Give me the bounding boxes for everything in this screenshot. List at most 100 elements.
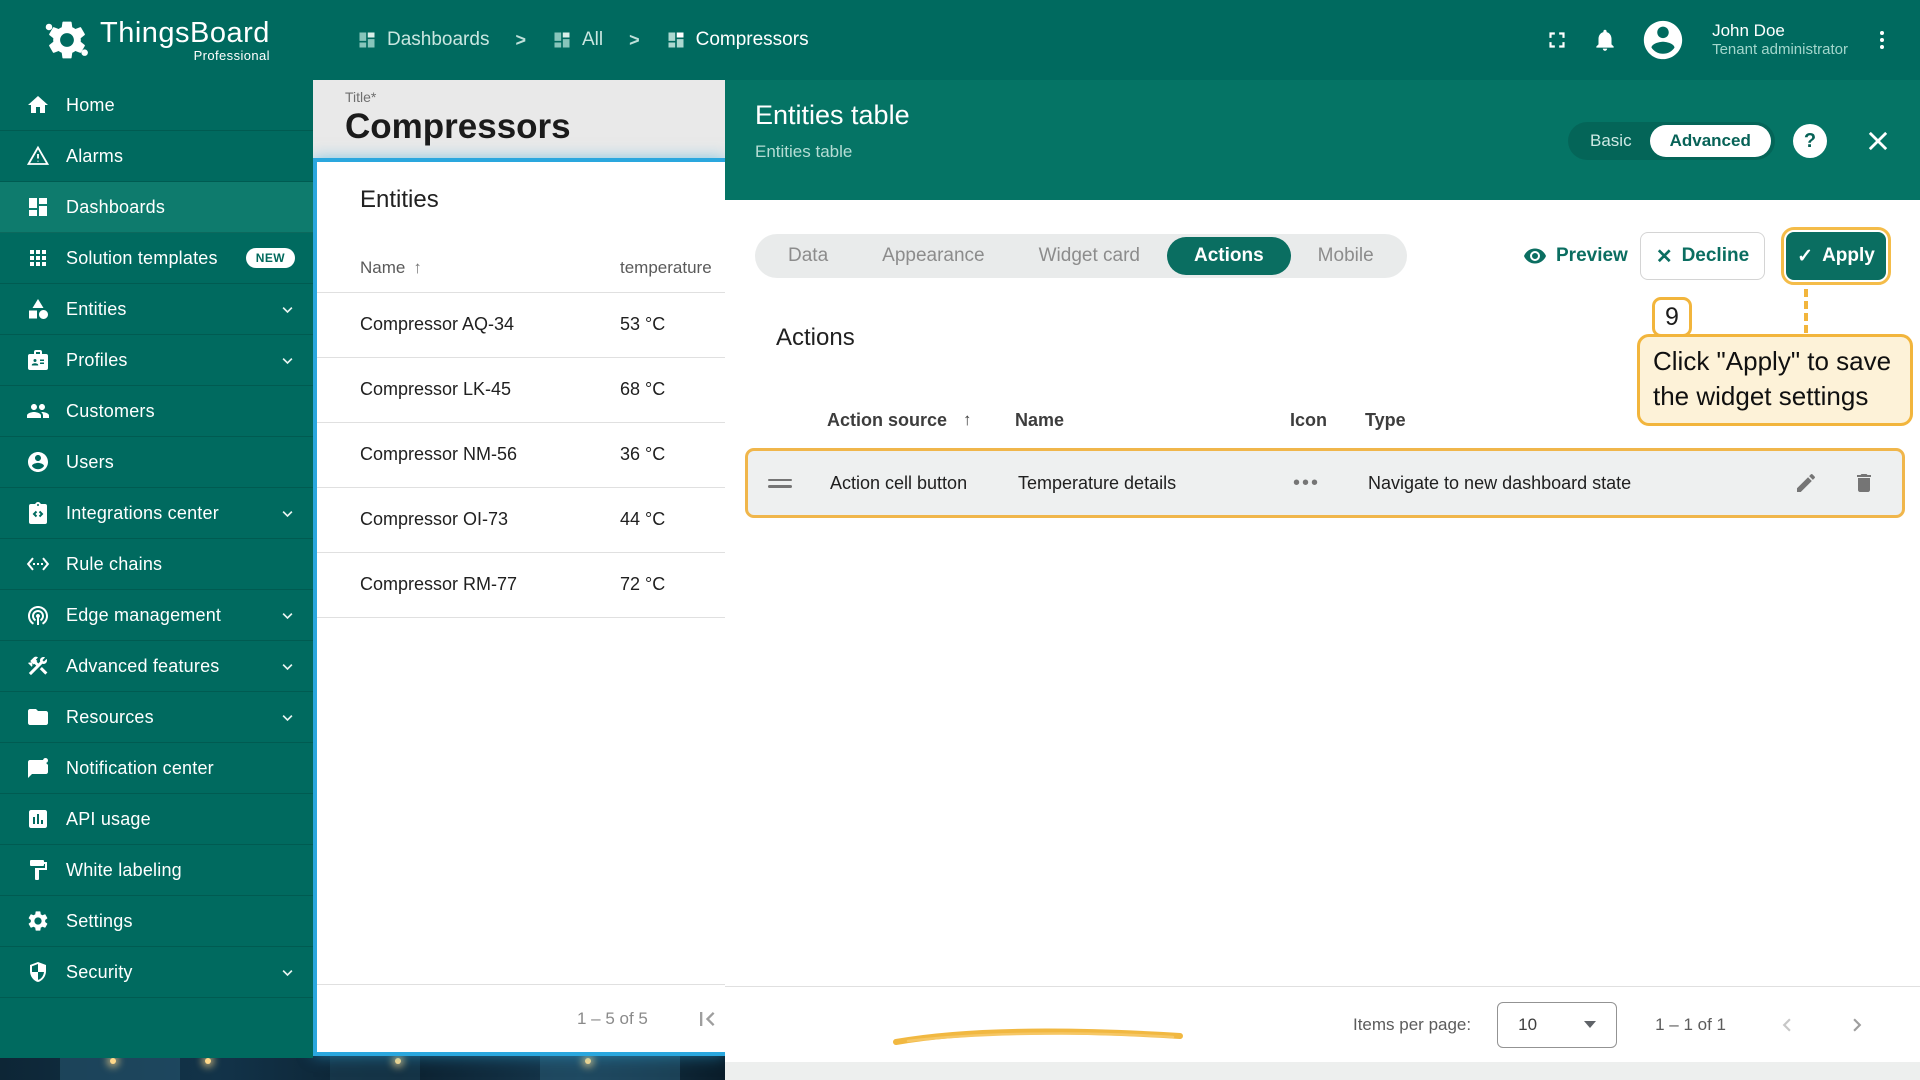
fullscreen-icon[interactable] [1544,27,1570,53]
sidebar-item-solution-templates[interactable]: Solution templates NEW [0,233,313,284]
breadcrumb-separator: > [629,30,640,51]
tab-appearance[interactable]: Appearance [855,237,1011,275]
next-page-icon[interactable] [1844,1012,1870,1038]
breadcrumb: Dashboards > All > Compressors [357,29,809,51]
breadcrumb-label: Compressors [696,29,809,51]
sidebar-item-integrations-center[interactable]: Integrations center [0,488,313,539]
breadcrumb-compressors[interactable]: Compressors [666,29,809,51]
thingsboard-logo-icon [44,17,90,63]
panel-subtitle: Entities table [755,142,852,162]
sidebar-item-notification-center[interactable]: Notification center [0,743,313,794]
sidebar-item-entities[interactable]: Entities [0,284,313,335]
sidebar-item-white-labeling[interactable]: White labeling [0,845,313,896]
basic-advanced-toggle: Basic Advanced [1568,122,1775,160]
panel-body: Data Appearance Widget card Actions Mobi… [725,200,1920,1062]
action-type-cell: Navigate to new dashboard state [1368,473,1782,494]
rule-chains-icon [26,552,50,576]
tab-data[interactable]: Data [761,237,855,275]
delete-trash-icon[interactable] [1852,471,1876,495]
table-row[interactable]: Compressor RM-77 72 °C [317,552,725,617]
annotation-step-badge: 9 [1652,297,1692,337]
chevron-down-icon [280,302,295,317]
previous-page-icon[interactable] [1774,1012,1800,1038]
user-info[interactable]: John Doe Tenant administrator [1712,20,1848,60]
user-role: Tenant administrator [1712,41,1848,60]
column-header-name[interactable]: Name↑ [360,258,422,278]
apply-button[interactable]: ✓ Apply [1786,232,1886,280]
chevron-down-icon [280,353,295,368]
chevron-down-icon [280,710,295,725]
sidebar-item-settings[interactable]: Settings [0,896,313,947]
annotation-tooltip: Click "Apply" to save the widget setting… [1637,334,1913,426]
sort-ascending-icon: ↑ [963,410,972,430]
header-icon[interactable]: Icon [1290,410,1365,431]
sidebar-item-home[interactable]: Home [0,80,313,131]
sidebar-item-resources[interactable]: Resources [0,692,313,743]
breadcrumb-all[interactable]: All [552,29,603,51]
items-per-page-select[interactable]: 10 [1497,1002,1617,1048]
dashboards-icon [26,195,50,219]
entities-icon [26,297,50,321]
panel-header: Entities table Entities table Basic Adva… [725,80,1920,200]
edit-pencil-icon[interactable] [1794,471,1818,495]
users-account-icon [26,450,50,474]
first-page-icon[interactable] [693,1005,721,1033]
settings-tabs: Data Appearance Widget card Actions Mobi… [755,234,1407,278]
sidebar-item-alarms[interactable]: Alarms [0,131,313,182]
close-icon[interactable] [1861,124,1895,158]
decline-button[interactable]: ✕ Decline [1640,232,1765,280]
header-action-source[interactable]: Action source ↑ [827,410,1015,431]
help-icon[interactable]: ? [1793,124,1827,158]
sidebar-item-profiles[interactable]: Profiles [0,335,313,386]
page-range: 1 – 1 of 1 [1655,1015,1726,1035]
check-icon: ✓ [1797,245,1813,268]
dashboard-title-input[interactable]: Title* Compressors [313,80,725,158]
sidebar-item-api-usage[interactable]: API usage [0,794,313,845]
table-row[interactable]: Compressor LK-45 68 °C [317,357,725,422]
settings-gear-icon [26,909,50,933]
sort-ascending-icon: ↑ [413,258,422,277]
sidebar-item-edge-management[interactable]: Edge management [0,590,313,641]
more-horiz-icon: ••• [1293,472,1368,495]
api-usage-chart-icon [26,807,50,831]
sidebar-item-security[interactable]: Security [0,947,313,998]
annotation-connector-line [1804,289,1808,333]
tab-actions[interactable]: Actions [1167,237,1291,275]
header-name[interactable]: Name [1015,410,1290,431]
breadcrumb-dashboards[interactable]: Dashboards [357,29,489,51]
entities-table-widget[interactable]: Entities Name↑ temperature Compressor AQ… [313,158,725,1056]
dropdown-arrow-icon [1584,1021,1596,1028]
chevron-down-icon [280,506,295,521]
tab-mobile[interactable]: Mobile [1291,237,1401,275]
title-field-value: Compressors [345,107,725,147]
widget-page-range: 1 – 5 of 5 [577,1009,648,1029]
row-divider [317,617,725,618]
table-row[interactable]: Compressor OI-73 44 °C [317,487,725,552]
breadcrumb-label: Dashboards [387,29,489,51]
toggle-basic[interactable]: Basic [1572,125,1650,157]
action-row-highlighted[interactable]: Action cell button Temperature details •… [745,448,1905,518]
widget-title: Entities [360,186,439,214]
items-per-page-label: Items per page: [1353,1015,1471,1035]
home-icon [26,93,50,117]
column-header-temperature[interactable]: temperature [620,258,712,278]
sidebar-item-customers[interactable]: Customers [0,386,313,437]
preview-button[interactable]: Preview [1523,244,1628,268]
user-avatar[interactable] [1640,17,1686,63]
toggle-advanced[interactable]: Advanced [1650,125,1771,157]
kebab-menu-icon[interactable] [1870,28,1894,52]
table-row[interactable]: Compressor AQ-34 53 °C [317,292,725,357]
sidebar-item-rule-chains[interactable]: Rule chains [0,539,313,590]
brand-logo[interactable]: ThingsBoard Professional [0,0,313,80]
dashboard-grid-icon [552,30,572,50]
customers-people-icon [26,399,50,423]
table-row[interactable]: Compressor NM-56 36 °C [317,422,725,487]
sidebar-item-users[interactable]: Users [0,437,313,488]
sidebar-item-advanced-features[interactable]: Advanced features [0,641,313,692]
notifications-bell-icon[interactable] [1592,27,1618,53]
panel-title: Entities table [755,100,910,131]
drag-handle-icon[interactable] [768,475,792,492]
tab-widget-card[interactable]: Widget card [1012,237,1167,275]
chevron-down-icon [280,608,295,623]
sidebar-item-dashboards[interactable]: Dashboards [0,182,313,233]
